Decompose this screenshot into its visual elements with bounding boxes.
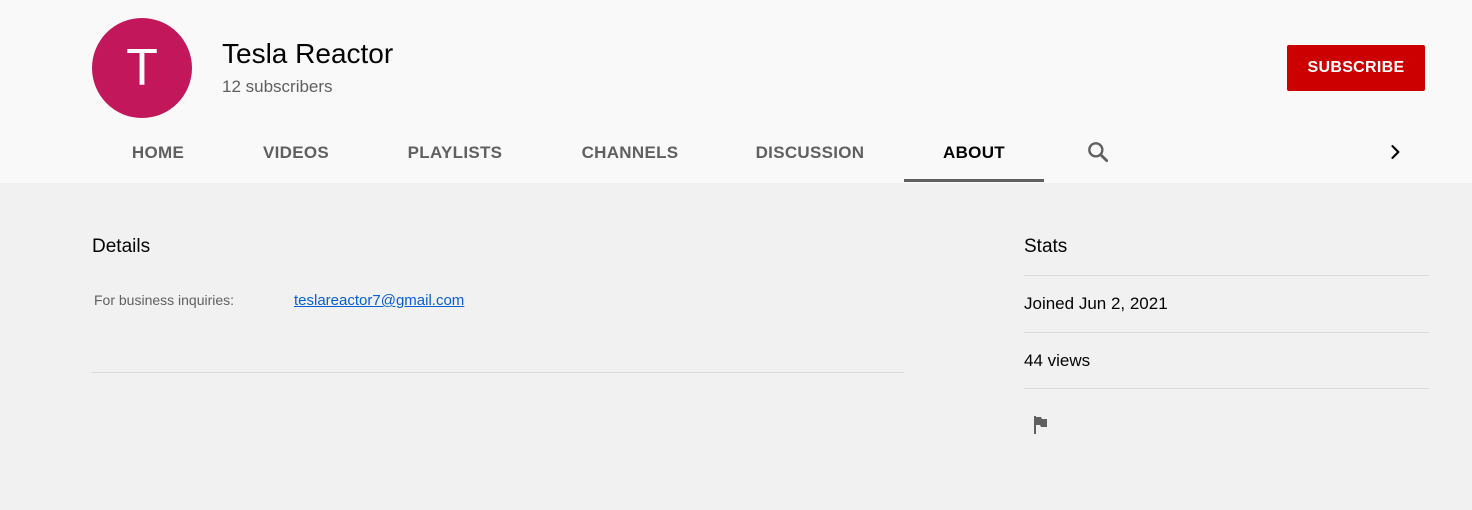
stats-divider	[1024, 275, 1429, 276]
tab-discussion[interactable]: DISCUSSION	[720, 124, 900, 182]
channel-avatar[interactable]: T	[92, 18, 192, 118]
active-tab-indicator	[904, 179, 1044, 182]
joined-date: Joined Jun 2, 2021	[1024, 294, 1168, 313]
business-email-link[interactable]: teslareactor7@gmail.com	[294, 292, 464, 309]
details-title: Details	[92, 236, 151, 257]
channel-name: Tesla Reactor	[222, 38, 394, 69]
channel-header: T Tesla Reactor 12 subscribers SUBSCRIBE…	[0, 0, 1472, 183]
view-count: 44 views	[1024, 351, 1091, 370]
subscribe-button[interactable]: SUBSCRIBE	[1287, 45, 1425, 91]
tab-playlists[interactable]: PLAYLISTS	[370, 124, 540, 182]
tab-videos[interactable]: VIDEOS	[226, 124, 366, 182]
tab-about[interactable]: ABOUT	[904, 124, 1044, 182]
tab-home[interactable]: HOME	[92, 124, 224, 182]
tab-channels[interactable]: CHANNELS	[545, 124, 715, 182]
business-inquiries-label: For business inquiries:	[94, 292, 235, 308]
stats-title: Stats	[1024, 236, 1068, 257]
stats-divider	[1024, 332, 1429, 333]
flag-icon[interactable]	[1024, 410, 1056, 440]
search-icon[interactable]	[1078, 132, 1118, 172]
details-divider	[92, 372, 904, 373]
chevron-right-icon[interactable]	[1380, 136, 1410, 168]
subscriber-count: 12 subscribers	[222, 77, 333, 96]
stats-divider	[1024, 388, 1429, 389]
avatar-letter: T	[126, 39, 158, 97]
